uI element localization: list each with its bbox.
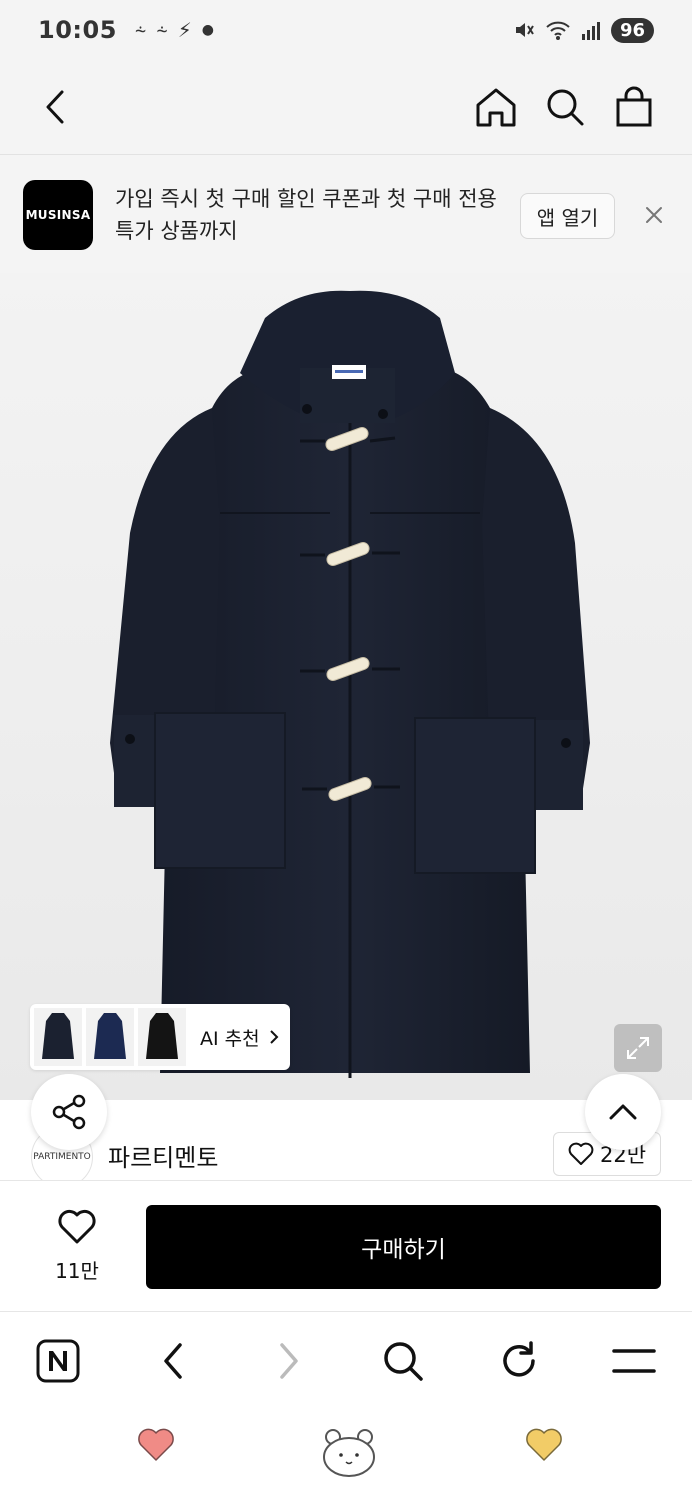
browser-search-button[interactable] bbox=[378, 1336, 428, 1386]
brand-name[interactable]: 파르티멘토 bbox=[108, 1138, 218, 1173]
duffle-coat-image bbox=[110, 290, 590, 1078]
browser-back-button[interactable] bbox=[148, 1336, 198, 1386]
top-navigation bbox=[0, 60, 692, 155]
expand-image-button[interactable] bbox=[614, 1024, 662, 1072]
musinsa-logo: MUSINSA bbox=[23, 180, 93, 250]
product-like-button[interactable]: 11만 bbox=[42, 1209, 112, 1284]
naver-icon bbox=[36, 1339, 80, 1383]
browser-forward-icon bbox=[280, 1343, 298, 1379]
coat-thumbnail-icon bbox=[94, 1013, 126, 1059]
refresh-button[interactable] bbox=[494, 1336, 544, 1386]
product-like-count: 11만 bbox=[55, 1259, 99, 1283]
scroll-top-button[interactable] bbox=[585, 1074, 661, 1150]
naver-home-button[interactable] bbox=[33, 1336, 83, 1386]
close-icon[interactable] bbox=[640, 201, 668, 229]
notification-icon: ⸞ bbox=[156, 18, 168, 43]
app-install-banner: MUSINSA 가입 즉시 첫 구매 할인 쿠폰과 첫 구매 전용 특가 상품까… bbox=[0, 155, 692, 273]
shopping-bag-icon bbox=[616, 86, 652, 127]
wifi-icon bbox=[546, 21, 570, 40]
charging-bolt-icon: ⚡ bbox=[177, 18, 192, 42]
system-navigation bbox=[0, 1407, 692, 1500]
browser-forward-button[interactable] bbox=[264, 1336, 314, 1386]
dot-icon: ● bbox=[201, 22, 215, 38]
status-notification-icons: ⸞ ⸞ ⚡ ● bbox=[135, 17, 224, 44]
browser-toolbar bbox=[0, 1312, 692, 1407]
left-heart-button[interactable] bbox=[136, 1427, 176, 1463]
search-button[interactable] bbox=[540, 82, 590, 132]
app-open-button[interactable]: 앱 열기 bbox=[520, 193, 615, 239]
search-icon bbox=[547, 89, 584, 126]
heart-icon bbox=[526, 1428, 562, 1461]
ai-recommend-label: AI 추천 bbox=[200, 1027, 260, 1050]
heart-icon bbox=[138, 1428, 174, 1461]
cart-button[interactable] bbox=[609, 82, 659, 132]
bear-face-icon bbox=[323, 1429, 375, 1477]
home-button[interactable] bbox=[471, 82, 521, 132]
status-bar: 10:05 ⸞ ⸞ ⚡ ● 96 bbox=[0, 0, 692, 60]
back-button[interactable] bbox=[30, 82, 80, 132]
buy-button[interactable]: 구매하기 bbox=[146, 1205, 661, 1289]
expand-icon bbox=[627, 1037, 649, 1059]
battery-level: 96 bbox=[610, 17, 654, 43]
ai-recommend-link[interactable]: AI 추천 bbox=[200, 1024, 282, 1051]
thumbnail-2[interactable] bbox=[86, 1008, 134, 1066]
chevron-right-icon bbox=[269, 1030, 279, 1044]
browser-search-icon bbox=[384, 1342, 423, 1381]
product-image[interactable]: AI 추천 bbox=[0, 273, 692, 1100]
coat-thumbnail-icon bbox=[146, 1013, 178, 1059]
heart-icon bbox=[58, 1209, 96, 1244]
chevron-up-icon bbox=[609, 1104, 637, 1120]
bear-home-button[interactable] bbox=[320, 1427, 378, 1479]
signal-icon bbox=[581, 22, 600, 40]
heart-icon bbox=[568, 1142, 594, 1165]
browser-menu-button[interactable] bbox=[609, 1336, 659, 1386]
refresh-icon bbox=[503, 1341, 535, 1377]
back-arrow-icon bbox=[46, 90, 64, 124]
home-icon bbox=[476, 88, 516, 127]
share-button[interactable] bbox=[31, 1074, 107, 1150]
banner-message: 가입 즉시 첫 구매 할인 쿠폰과 첫 구매 전용 특가 상품까지 bbox=[115, 187, 497, 243]
notification-icon: ⸞ bbox=[134, 18, 147, 43]
ai-recommend-thumbnails[interactable]: AI 추천 bbox=[30, 1004, 290, 1070]
share-icon bbox=[52, 1094, 86, 1130]
mute-icon bbox=[515, 23, 534, 37]
thumbnail-3[interactable] bbox=[138, 1008, 186, 1066]
thumbnail-1[interactable] bbox=[34, 1008, 82, 1066]
status-time: 10:05 bbox=[38, 16, 117, 44]
browser-back-icon bbox=[164, 1343, 182, 1379]
right-heart-button[interactable] bbox=[524, 1427, 564, 1463]
coat-thumbnail-icon bbox=[42, 1013, 74, 1059]
menu-icon bbox=[612, 1349, 656, 1373]
purchase-bar: 11만 구매하기 bbox=[0, 1180, 692, 1312]
